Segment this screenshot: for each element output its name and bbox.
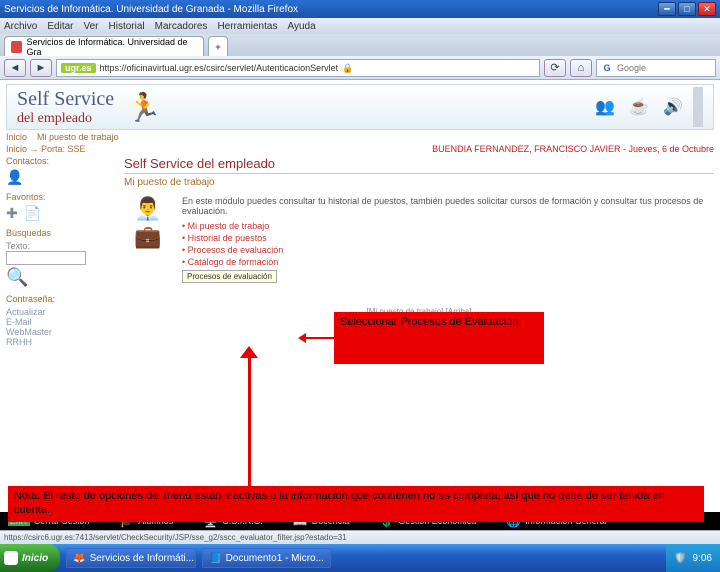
windows-logo-icon [4,551,18,565]
menu-historial[interactable]: Historial [109,21,145,32]
google-icon: G [601,62,613,74]
banner-subtitle: del empleado [17,111,114,127]
sidebar-busquedas-head: Búsquedas [6,228,116,238]
sidebar-link-rrhh[interactable]: RRHH [6,337,116,347]
menu-ver[interactable]: Ver [83,21,98,32]
start-label: Inicio [22,553,48,564]
start-button[interactable]: Inicio [0,544,60,572]
home-button[interactable]: ⌂ [570,59,592,77]
menu-marcadores[interactable]: Marcadores [155,21,208,32]
word-icon: 📘 [209,553,221,564]
breadcrumb-porta[interactable]: Porta: SSE [41,144,86,154]
arrow-horizontal [306,337,334,339]
minimize-button[interactable]: ━ [658,2,676,16]
browser-navbar: ◄ ► ugr.es https://oficinavirtual.ugr.es… [0,56,720,80]
favorite-add-icon[interactable]: ✚ [6,205,18,222]
forward-button[interactable]: ► [30,59,52,77]
tray-shield-icon[interactable]: 🛡️ [674,553,686,564]
window-title: Servicios de Informática. Universidad de… [4,4,656,15]
lock-icon: 🔒 [342,63,352,73]
taskbar-btn1-label: Servicios de Informáti... [90,553,194,564]
taskbar-btn-firefox[interactable]: 🦊 Servicios de Informáti... [66,548,196,568]
module-link-historial[interactable]: Historial de puestos [182,232,714,244]
breadcrumb-inicio[interactable]: Inicio [6,132,27,142]
tray-clock: 9:06 [693,553,712,564]
back-button[interactable]: ◄ [4,59,26,77]
sidebar-contactos-head: Contactos: [6,156,116,166]
tab-title: Servicios de Informática. Universidad de… [26,37,197,57]
sound-icon[interactable]: 🔊 [663,97,683,117]
callout-nota: Nota: El resto de opciones del menú está… [8,486,704,522]
search-placeholder: Google [617,63,646,73]
module-intro: En este módulo puedes consultar tu histo… [182,196,714,216]
favorite-list-icon[interactable]: 📄 [24,205,41,222]
banner: Self Service del empleado 🏃 👥 ☕ 🔊 [6,84,714,130]
menu-herramientas[interactable]: Herramientas [217,21,277,32]
sidebar-favoritos-head: Favoritos: [6,192,116,202]
menu-ayuda[interactable]: Ayuda [287,21,315,32]
menu-archivo[interactable]: Archivo [4,21,37,32]
statusbar-url: https://csirc6.ugr.es:7413/servlet/Check… [4,533,347,542]
browser-tabstrip: Servicios de Informática. Universidad de… [0,34,720,56]
url-text: https://oficinavirtual.ugr.es/csirc/serv… [100,63,339,73]
favicon-icon [11,41,22,53]
module-tooltip: Procesos de evaluación [182,270,277,283]
callout-select-text: Seleccionar Procesos de Evaluación [340,316,519,328]
module-link-mipuesto[interactable]: Mi puesto de trabajo [182,220,714,232]
windows-taskbar: Inicio 🦊 Servicios de Informáti... 📘 Doc… [0,544,720,572]
arrow-shaft [248,356,251,488]
search-input[interactable]: G Google [596,59,716,77]
taskbar-btn2-label: Documento1 - Micro... [226,553,324,564]
menu-editar[interactable]: Editar [47,21,73,32]
browser-tab-active[interactable]: Servicios de Informática. Universidad de… [4,36,204,56]
banner-title: Self Service [17,88,114,111]
site-identity-tag: ugr.es [61,63,96,73]
callout-nota-text: Nota: El resto de opciones del menú está… [14,490,665,516]
sidebar-link-webmaster[interactable]: WebMaster [6,327,116,337]
close-button[interactable]: ✕ [698,2,716,16]
taskbar-btn-word[interactable]: 📘 Documento1 - Micro... [202,548,331,568]
sidebar: Contactos: 👤 Favoritos: ✚ 📄 Búsquedas Te… [6,156,116,353]
maximize-button[interactable]: □ [678,2,696,16]
breadcrumb-row-1: Inicio Mi puesto de trabajo [6,132,714,142]
page-content: Self Service del empleado 🏃 👥 ☕ 🔊 Inicio… [0,84,720,530]
breadcrumb-mipuesto[interactable]: Mi puesto de trabajo [37,132,119,142]
module-link-procesos[interactable]: Procesos de evaluación [182,244,714,256]
firefox-icon: 🦊 [73,553,85,564]
breadcrumb-row-2: Inicio → Porta: SSE BUENDIA FERNANDEZ, F… [6,144,714,154]
browser-statusbar: https://csirc6.ugr.es:7413/servlet/Check… [0,530,720,544]
person-icon: 👨‍💼 [134,196,161,222]
user-date-line: BUENDIA FERNANDEZ, FRANCISCO JAVIER - Ju… [432,144,714,154]
cup-icon[interactable]: ☕ [629,97,649,117]
sidebar-link-actualizar[interactable]: Actualizar [6,307,116,317]
users-icon[interactable]: 👥 [595,97,615,117]
search-icon[interactable]: 🔍 [6,267,116,288]
briefcase-icon: 💼 [134,224,161,250]
breadcrumb-inicio-2[interactable]: Inicio [6,144,27,154]
sidebar-search-input[interactable] [6,251,86,265]
page-title: Self Service del empleado [124,156,714,174]
new-tab-button[interactable]: + [208,36,228,56]
module-link-catalogo[interactable]: Catálogo de formación [182,256,714,268]
runner-icon: 🏃 [124,89,164,125]
system-tray[interactable]: 🛡️ 9:06 [666,544,720,572]
page-subtitle: Mi puesto de trabajo [124,177,714,188]
banner-edge [693,87,703,127]
firefox-menubar: Archivo Editar Ver Historial Marcadores … [0,18,720,34]
reload-button[interactable]: ⟳ [544,59,566,77]
callout-select: Seleccionar Procesos de Evaluación [334,312,544,364]
sidebar-link-email[interactable]: E-Mail [6,317,116,327]
module-thumbnail: 👨‍💼 💼 [124,196,172,283]
sidebar-texto-label: Texto: [6,241,116,251]
module-block: 👨‍💼 💼 En este módulo puedes consultar tu… [124,196,714,283]
sidebar-contrasena-head: Contraseña: [6,294,116,304]
contact-icon[interactable]: 👤 [6,169,23,186]
firefox-titlebar: Servicios de Informática. Universidad de… [0,0,720,18]
url-input[interactable]: ugr.es https://oficinavirtual.ugr.es/csi… [56,59,540,77]
